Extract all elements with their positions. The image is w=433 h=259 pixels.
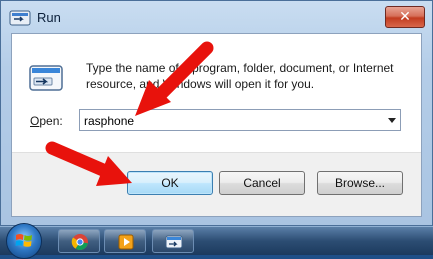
open-label: Open: (30, 114, 63, 128)
taskbar-run-button[interactable] (152, 229, 194, 253)
open-label-text: pen: (39, 114, 63, 128)
cancel-button[interactable]: Cancel (219, 171, 305, 195)
open-input[interactable] (84, 113, 374, 128)
close-icon: ✕ (399, 9, 411, 25)
dialog-body: Type the name of a program, folder, docu… (11, 33, 422, 217)
taskbar-chrome-button[interactable] (58, 229, 100, 253)
dialog-content: Type the name of a program, folder, docu… (12, 34, 421, 153)
ok-button[interactable]: OK (127, 171, 213, 195)
taskbar-media-player-button[interactable] (104, 229, 146, 253)
close-button[interactable]: ✕ (385, 6, 425, 28)
chrome-icon (71, 234, 88, 250)
title-bar[interactable]: Run ✕ (1, 1, 432, 33)
run-icon (165, 235, 183, 249)
taskbar (0, 223, 433, 259)
chevron-down-icon[interactable] (388, 118, 396, 123)
browse-button[interactable]: Browse... (317, 171, 403, 195)
run-window: Run ✕ Type the name of a program, folder… (0, 0, 433, 226)
windows-logo-icon (15, 234, 32, 247)
open-combobox[interactable] (79, 109, 401, 131)
window-title: Run (37, 10, 61, 25)
instruction-text: Type the name of a program, folder, docu… (86, 61, 394, 91)
open-label-accelerator: O (30, 114, 40, 128)
run-icon (29, 65, 63, 91)
run-app-icon (9, 10, 31, 26)
media-player-icon (118, 234, 134, 250)
